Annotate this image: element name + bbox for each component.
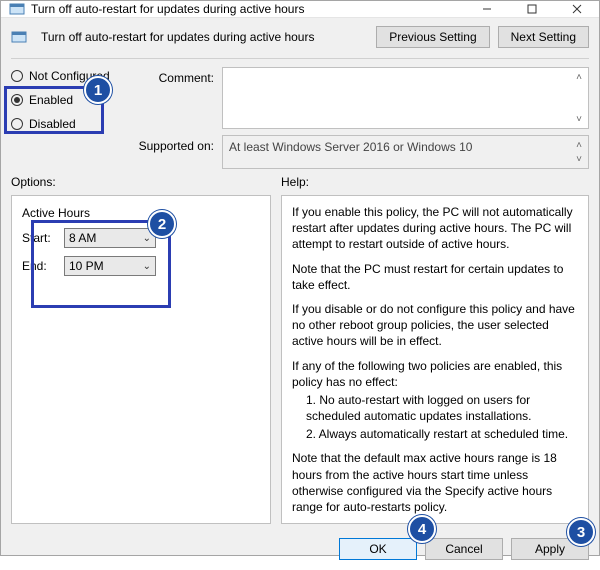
apply-button[interactable]: Apply	[511, 538, 589, 560]
policy-icon	[9, 1, 25, 17]
options-column: Options: Active Hours Start: 8 AM ⌄ End:…	[11, 175, 271, 524]
chevron-down-icon: ⌄	[143, 261, 151, 272]
state-radio-group: Not Configured Enabled Disabled	[11, 67, 116, 131]
window-title: Turn off auto-restart for updates during…	[31, 2, 464, 16]
scroll-up-icon[interactable]: ˄	[571, 69, 587, 85]
help-label: Help:	[281, 175, 589, 189]
policy-icon	[11, 29, 27, 45]
maximize-button[interactable]	[509, 1, 554, 17]
gpo-dialog: Turn off auto-restart for updates during…	[0, 0, 600, 556]
options-box: Active Hours Start: 8 AM ⌄ End: 10 PM ⌄	[11, 195, 271, 524]
comment-label: Comment:	[124, 67, 214, 129]
cancel-button[interactable]: Cancel	[425, 538, 503, 560]
supported-label: Supported on:	[124, 135, 214, 169]
chevron-down-icon: ⌄	[143, 233, 151, 244]
start-row: Start: 8 AM ⌄	[22, 228, 260, 248]
separator	[11, 58, 589, 59]
help-p4: If any of the following two policies are…	[292, 358, 578, 390]
radio-label: Disabled	[29, 117, 76, 131]
scroll-down-icon[interactable]: ˅	[571, 111, 587, 127]
end-select[interactable]: 10 PM ⌄	[64, 256, 156, 276]
radio-disabled[interactable]: Disabled	[11, 117, 116, 131]
supported-on-text: At least Windows Server 2016 or Windows …	[229, 140, 472, 154]
help-p2: Note that the PC must restart for certai…	[292, 261, 578, 293]
end-value: 10 PM	[69, 259, 104, 273]
start-select[interactable]: 8 AM ⌄	[64, 228, 156, 248]
help-p1: If you enable this policy, the PC will n…	[292, 204, 578, 253]
radio-not-configured[interactable]: Not Configured	[11, 69, 116, 83]
next-setting-button[interactable]: Next Setting	[498, 26, 589, 48]
close-button[interactable]	[554, 1, 599, 17]
end-label: End:	[22, 259, 56, 273]
end-row: End: 10 PM ⌄	[22, 256, 260, 276]
start-value: 8 AM	[69, 231, 96, 245]
config-row: Not Configured Enabled Disabled Comment:…	[11, 67, 589, 169]
help-p5: Note that the default max active hours r…	[292, 450, 578, 515]
active-hours-title: Active Hours	[22, 206, 260, 220]
help-column: Help: If you enable this policy, the PC …	[281, 175, 589, 524]
help-box: If you enable this policy, the PC will n…	[281, 195, 589, 524]
minimize-button[interactable]	[464, 1, 509, 17]
window-buttons	[464, 1, 599, 17]
help-li2: 2. Always automatically restart at sched…	[292, 426, 578, 442]
radio-label: Enabled	[29, 93, 73, 107]
previous-setting-button[interactable]: Previous Setting	[376, 26, 489, 48]
options-label: Options:	[11, 175, 271, 189]
scroll-down-icon[interactable]: ˅	[571, 151, 587, 167]
mid-section: Options: Active Hours Start: 8 AM ⌄ End:…	[11, 175, 589, 524]
help-li1: 1. No auto-restart with logged on users …	[292, 392, 578, 424]
policy-title: Turn off auto-restart for updates during…	[41, 30, 368, 44]
radio-label: Not Configured	[29, 69, 110, 83]
content-area: Turn off auto-restart for updates during…	[1, 18, 599, 570]
titlebar: Turn off auto-restart for updates during…	[1, 1, 599, 18]
comment-textarea[interactable]: ˄ ˅	[222, 67, 589, 129]
header-row: Turn off auto-restart for updates during…	[11, 26, 589, 48]
start-label: Start:	[22, 231, 56, 245]
supported-on-box: At least Windows Server 2016 or Windows …	[222, 135, 589, 169]
help-p3: If you disable or do not configure this …	[292, 301, 578, 350]
ok-button[interactable]: OK	[339, 538, 417, 560]
radio-enabled[interactable]: Enabled	[11, 93, 116, 107]
